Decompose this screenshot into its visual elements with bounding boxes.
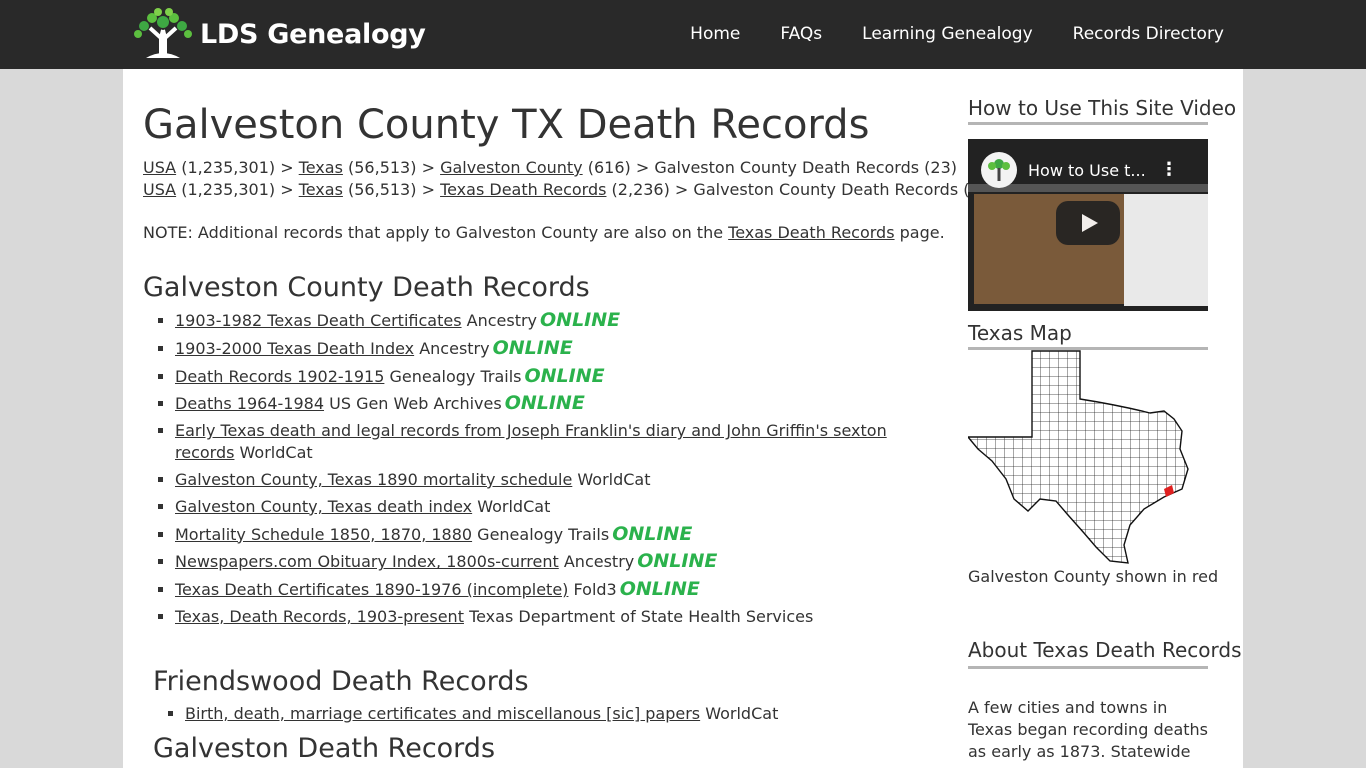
section-galveston: Galveston Death Records bbox=[153, 733, 495, 764]
record-source: Fold3 bbox=[573, 580, 617, 600]
breadcrumb-current: Galveston County Death Records (23) bbox=[693, 180, 997, 199]
about-heading: About Texas Death Records bbox=[968, 637, 1242, 669]
about-text: A few cities and towns in Texas began re… bbox=[968, 698, 1208, 761]
breadcrumb-texas[interactable]: Texas bbox=[299, 180, 343, 199]
breadcrumb-galveston-county[interactable]: Galveston County bbox=[440, 158, 583, 177]
map-caption: Galveston County shown in red bbox=[968, 567, 1219, 586]
record-source: Ancestry bbox=[466, 311, 538, 330]
breadcrumbs: USA (1,235,301) > Texas (56,513) > Galve… bbox=[143, 157, 996, 201]
breadcrumb-count: (56,513) > bbox=[342, 158, 441, 177]
breadcrumb-count: (616) > bbox=[582, 158, 655, 177]
record-source: Ancestry bbox=[419, 338, 490, 358]
breadcrumb-count: (2,236) > bbox=[606, 180, 694, 199]
more-options-icon[interactable]: ⋮ bbox=[1160, 159, 1178, 180]
record-link[interactable]: Birth, death, marriage certificates and … bbox=[185, 704, 700, 723]
tree-icon bbox=[134, 8, 192, 58]
texas-map-icon bbox=[966, 350, 1189, 564]
note-prefix: NOTE: Additional records that apply to G… bbox=[143, 223, 729, 242]
note-suffix: page. bbox=[894, 223, 945, 242]
list-item: Deaths 1964-1984 US Gen Web ArchivesONLI… bbox=[175, 392, 923, 415]
nav-learning-genealogy[interactable]: Learning Genealogy bbox=[862, 24, 1032, 44]
record-source: US Gen Web Archives bbox=[329, 394, 502, 414]
top-nav-bar: LDS Genealogy Home FAQs Learning Genealo… bbox=[0, 0, 1366, 69]
record-link[interactable]: Deaths 1964-1984 bbox=[175, 394, 324, 413]
breadcrumb-texas[interactable]: Texas bbox=[299, 158, 343, 177]
map-heading: Texas Map bbox=[968, 321, 1208, 350]
logo-text: LDS Genealogy bbox=[200, 18, 426, 50]
list-item: Texas, Death Records, 1903-present Texas… bbox=[175, 606, 923, 628]
breadcrumb-usa[interactable]: USA bbox=[143, 158, 176, 177]
record-source: WorldCat bbox=[705, 704, 779, 723]
play-button-icon[interactable] bbox=[1056, 201, 1120, 245]
record-link[interactable]: Texas, Death Records, 1903-present bbox=[175, 607, 464, 626]
section-galveston-county: Galveston County Death Records 1903-1982… bbox=[143, 272, 923, 633]
record-link[interactable]: Newspapers.com Obituary Index, 1800s-cur… bbox=[175, 552, 559, 571]
note-text: NOTE: Additional records that apply to G… bbox=[143, 223, 945, 242]
breadcrumb-line: USA (1,235,301) > Texas (56,513) > Texas… bbox=[143, 179, 996, 201]
list-item: Newspapers.com Obituary Index, 1800s-cur… bbox=[175, 550, 923, 573]
content-page: Galveston County TX Death Records USA (1… bbox=[123, 69, 1243, 768]
list-item: Early Texas death and legal records from… bbox=[175, 420, 923, 464]
list-item: Death Records 1902-1915 Genealogy Trails… bbox=[175, 365, 923, 388]
list-item: 1903-1982 Texas Death Certificates Ances… bbox=[175, 309, 923, 332]
record-link[interactable]: Texas Death Certificates 1890-1976 (inco… bbox=[175, 580, 568, 599]
video-thumbnail-doc bbox=[1124, 194, 1208, 306]
record-link[interactable]: 1903-1982 Texas Death Certificates bbox=[175, 311, 462, 330]
video-title: How to Use t... bbox=[1028, 161, 1146, 180]
record-source: Ancestry bbox=[563, 552, 635, 572]
record-link[interactable]: Galveston County, Texas death index bbox=[175, 497, 472, 516]
online-badge: ONLINE bbox=[492, 336, 573, 359]
nav-home[interactable]: Home bbox=[690, 24, 740, 44]
breadcrumb-count: (56,513) > bbox=[342, 180, 441, 199]
breadcrumb-usa[interactable]: USA bbox=[143, 180, 176, 199]
texas-map bbox=[966, 349, 1208, 567]
video-player[interactable]: How to Use t... ⋮ bbox=[968, 139, 1208, 311]
online-badge: ONLINE bbox=[619, 578, 700, 601]
record-source: WorldCat bbox=[239, 443, 313, 463]
list-item: Mortality Schedule 1850, 1870, 1880 Gene… bbox=[175, 523, 923, 546]
record-link[interactable]: Mortality Schedule 1850, 1870, 1880 bbox=[175, 525, 472, 544]
record-link[interactable]: Galveston County, Texas 1890 mortality s… bbox=[175, 470, 572, 489]
record-source: WorldCat bbox=[577, 469, 651, 489]
record-link[interactable]: Death Records 1902-1915 bbox=[175, 367, 384, 386]
record-source: Genealogy Trails bbox=[477, 524, 610, 544]
list-item: Galveston County, Texas 1890 mortality s… bbox=[175, 469, 923, 491]
record-list: Birth, death, marriage certificates and … bbox=[153, 703, 778, 725]
page-title: Galveston County TX Death Records bbox=[143, 102, 870, 148]
section-heading: Galveston Death Records bbox=[153, 733, 496, 764]
breadcrumb-line: USA (1,235,301) > Texas (56,513) > Galve… bbox=[143, 157, 996, 179]
list-item: 1903-2000 Texas Death Index AncestryONLI… bbox=[175, 337, 923, 360]
nav-faqs[interactable]: FAQs bbox=[780, 24, 822, 44]
channel-tree-icon bbox=[981, 152, 1017, 188]
note-link-texas-death-records[interactable]: Texas Death Records bbox=[728, 223, 894, 242]
online-badge: ONLINE bbox=[637, 550, 718, 573]
list-item: Texas Death Certificates 1890-1976 (inco… bbox=[175, 578, 923, 601]
section-heading: Galveston County Death Records bbox=[143, 272, 590, 303]
video-heading: How to Use This Site Video bbox=[968, 96, 1236, 125]
record-list: 1903-1982 Texas Death Certificates Ances… bbox=[143, 309, 923, 628]
breadcrumb-count: (1,235,301) > bbox=[176, 180, 299, 199]
list-item: Galveston County, Texas death index Worl… bbox=[175, 496, 923, 518]
record-source: Genealogy Trails bbox=[389, 366, 522, 386]
nav-records-directory[interactable]: Records Directory bbox=[1073, 24, 1224, 44]
record-source: WorldCat bbox=[477, 496, 551, 516]
breadcrumb-count: (1,235,301) > bbox=[176, 158, 299, 177]
record-source: Texas Department of State Health Service… bbox=[469, 606, 814, 626]
breadcrumb-texas-death-records[interactable]: Texas Death Records bbox=[440, 180, 606, 199]
record-link[interactable]: 1903-2000 Texas Death Index bbox=[175, 339, 414, 358]
site-logo[interactable]: LDS Genealogy bbox=[132, 8, 426, 60]
list-item: Birth, death, marriage certificates and … bbox=[185, 703, 778, 725]
online-badge: ONLINE bbox=[612, 522, 693, 545]
section-heading: Friendswood Death Records bbox=[153, 666, 529, 697]
online-badge: ONLINE bbox=[540, 309, 621, 331]
online-badge: ONLINE bbox=[504, 392, 585, 415]
breadcrumb-current: Galveston County Death Records (23) bbox=[654, 158, 957, 177]
online-badge: ONLINE bbox=[524, 364, 605, 387]
main-nav: Home FAQs Learning Genealogy Records Dir… bbox=[650, 24, 1224, 44]
section-friendswood: Friendswood Death Records Birth, death, … bbox=[153, 666, 778, 730]
